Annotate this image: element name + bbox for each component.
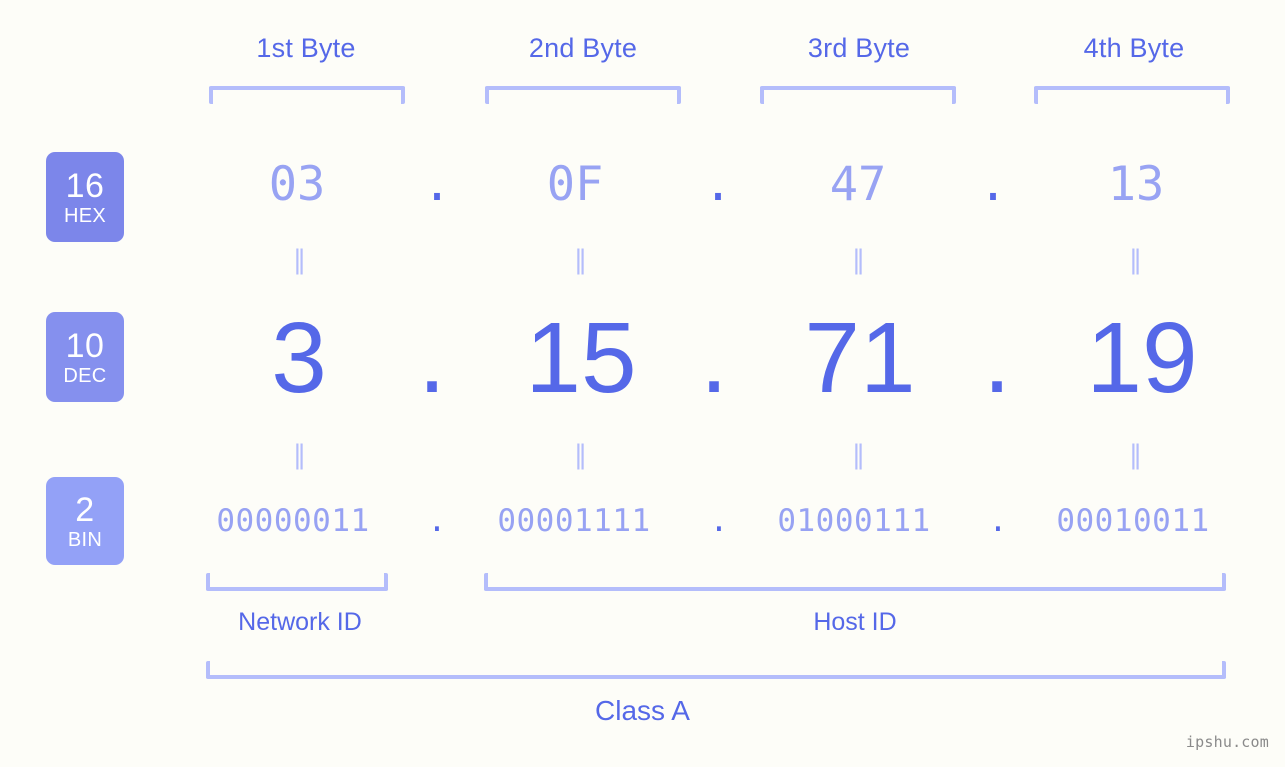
hex-separator-2: . <box>703 157 733 212</box>
radix-badge-hex: 16 HEX <box>46 152 124 242</box>
bin-separator-1: . <box>427 503 447 539</box>
hex-octet-4: 13 <box>1107 157 1165 212</box>
radix-badge-bin-number: 2 <box>75 490 95 529</box>
radix-badge-dec-name: DEC <box>63 364 107 387</box>
dec-separator-1: . <box>418 302 446 414</box>
byte-header-label-3: 3rd Byte <box>807 33 911 63</box>
equivalence-mark-dec-bin-1: ‖ <box>293 440 307 470</box>
radix-badge-hex-number: 16 <box>65 166 105 205</box>
dec-octet-2: 15 <box>525 302 637 414</box>
byte-bracket-4 <box>1034 86 1230 104</box>
equivalence-mark-dec-bin-2: ‖ <box>574 440 588 470</box>
equivalence-mark-hex-dec-1: ‖ <box>293 245 307 275</box>
equivalence-mark-hex-dec-2: ‖ <box>574 245 588 275</box>
dec-octet-3: 71 <box>804 302 916 414</box>
bin-octet-3: 01000111 <box>777 503 931 539</box>
ip-address-diagram: 1st Byte 2nd Byte 3rd Byte 4th Byte 16 H… <box>0 0 1285 767</box>
bin-octet-4: 00010011 <box>1056 503 1210 539</box>
class-bracket <box>206 661 1226 679</box>
dec-separator-2: . <box>700 302 728 414</box>
network-id-label: Network ID <box>238 608 362 636</box>
radix-badge-hex-name: HEX <box>63 204 107 227</box>
byte-bracket-2 <box>485 86 681 104</box>
host-id-bracket <box>484 573 1226 591</box>
site-watermark: ipshu.com <box>1185 733 1269 751</box>
hex-octet-1: 03 <box>268 157 326 212</box>
bin-separator-2: . <box>709 503 729 539</box>
equivalence-mark-hex-dec-4: ‖ <box>1129 245 1143 275</box>
byte-header-label-1: 1st Byte <box>256 33 356 63</box>
bin-separator-3: . <box>988 503 1008 539</box>
bin-octet-2: 00001111 <box>497 503 651 539</box>
hex-separator-1: . <box>422 157 452 212</box>
radix-badge-bin: 2 BIN <box>46 477 124 565</box>
equivalence-mark-hex-dec-3: ‖ <box>852 245 866 275</box>
byte-header-label-4: 4th Byte <box>1083 33 1185 63</box>
equivalence-mark-dec-bin-4: ‖ <box>1129 440 1143 470</box>
bin-octet-1: 00000011 <box>216 503 370 539</box>
equivalence-mark-dec-bin-3: ‖ <box>852 440 866 470</box>
hex-octet-2: 0F <box>546 157 604 212</box>
hex-octet-3: 47 <box>829 157 887 212</box>
radix-badge-dec: 10 DEC <box>46 312 124 402</box>
class-label: Class A <box>595 695 690 726</box>
host-id-label: Host ID <box>813 608 897 636</box>
dec-octet-1: 3 <box>271 302 327 414</box>
network-id-bracket <box>206 573 388 591</box>
byte-header-label-2: 2nd Byte <box>528 33 638 63</box>
hex-separator-3: . <box>978 157 1008 212</box>
radix-badge-bin-name: BIN <box>67 528 103 551</box>
dec-octet-4: 19 <box>1086 302 1198 414</box>
radix-badge-dec-number: 10 <box>65 326 105 365</box>
dec-separator-3: . <box>983 302 1011 414</box>
byte-bracket-3 <box>760 86 956 104</box>
byte-bracket-1 <box>209 86 405 104</box>
